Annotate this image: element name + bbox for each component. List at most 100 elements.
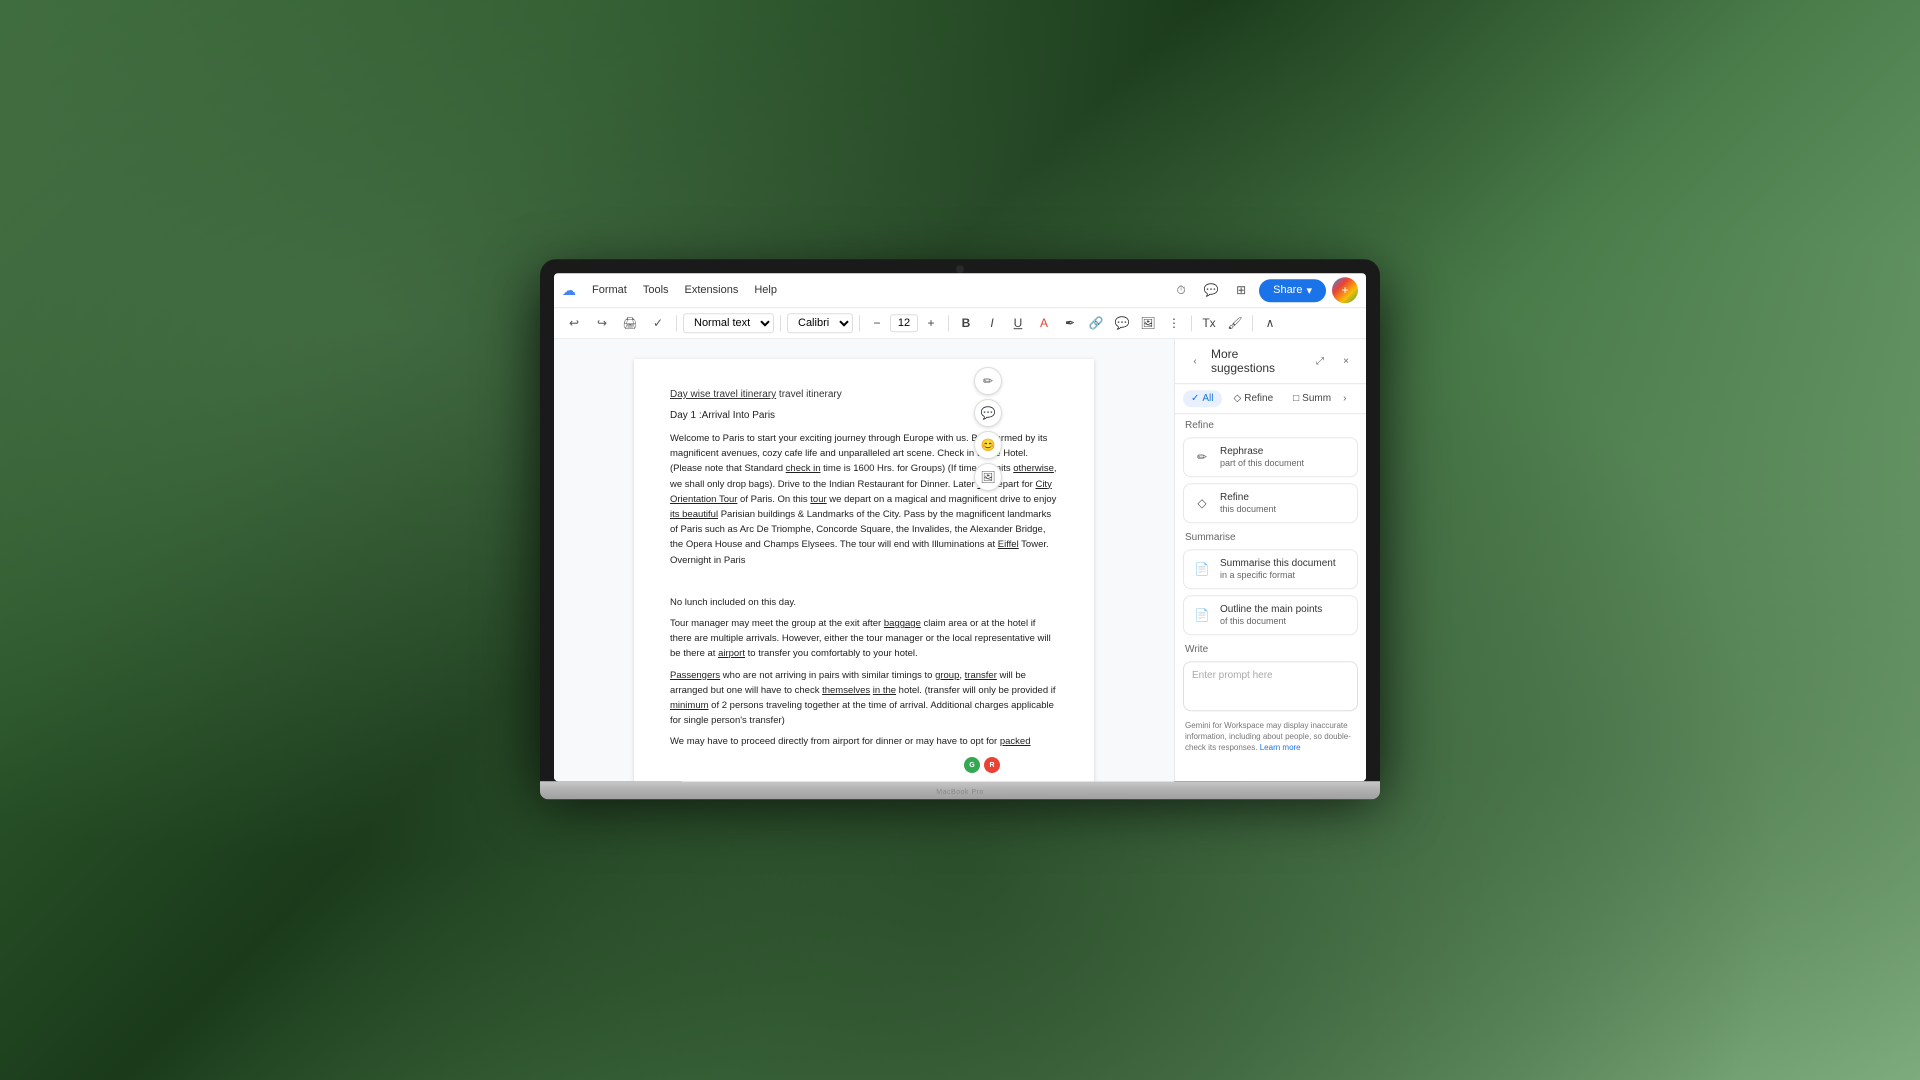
refine-icon: ◇: [1192, 493, 1212, 513]
link-button[interactable]: 🔗: [1085, 312, 1107, 334]
undo-icon[interactable]: ↩: [562, 311, 586, 335]
sidebar-header: ‹ More suggestions ⤢ ×: [1175, 339, 1366, 384]
image-insert-button[interactable]: 🖼: [1137, 312, 1159, 334]
doc-paragraph-2: Tour manager may meet the group at the e…: [670, 616, 1058, 662]
divider-5: [1191, 315, 1192, 331]
prompt-input-area[interactable]: Enter prompt here: [1183, 661, 1358, 711]
bold-button[interactable]: B: [955, 312, 977, 334]
day-wise-link[interactable]: Day wise travel itinerary: [670, 389, 776, 400]
avatar-1: G: [964, 757, 980, 773]
disclaimer-text: Gemini for Workspace may display inaccur…: [1175, 714, 1366, 760]
cloud-save-icon: ☁: [562, 282, 576, 299]
summarise-format-icon: 📄: [1192, 559, 1212, 579]
print-icon[interactable]: 🖨: [618, 311, 642, 335]
paint-format-button[interactable]: 🖌: [1224, 312, 1246, 334]
tab-summ[interactable]: □ Summ: [1285, 390, 1339, 407]
outline-subtitle: of this document: [1220, 616, 1349, 626]
filter-tabs: ✓ All ◇ Refine □ Summ ›: [1175, 384, 1366, 414]
spellcheck-icon[interactable]: ✓: [646, 311, 670, 335]
doc-no-lunch: No lunch included on this day.: [670, 595, 1058, 610]
laptop-screen: ☁ Format Tools Extensions Help ⏱ 💬 ⊞ Sha…: [554, 273, 1366, 781]
avatar-2: R: [984, 757, 1000, 773]
font-size-increase[interactable]: +: [920, 312, 942, 334]
comment-icon[interactable]: 💬: [1199, 278, 1223, 302]
tab-all-label: All: [1202, 393, 1213, 404]
divider-3: [859, 315, 860, 331]
collaborator-avatars: G R: [964, 757, 1000, 773]
doc-paragraph-4: We may have to proceed directly from air…: [670, 735, 1058, 750]
menu-tools[interactable]: Tools: [635, 281, 677, 299]
refine-title: Refine: [1220, 492, 1349, 503]
google-docs-app: ☁ Format Tools Extensions Help ⏱ 💬 ⊞ Sha…: [554, 273, 1366, 781]
macbook-device: ☁ Format Tools Extensions Help ⏱ 💬 ⊞ Sha…: [540, 259, 1380, 799]
share-button[interactable]: Share ▾: [1259, 279, 1326, 302]
tab-all[interactable]: ✓ All: [1183, 390, 1222, 407]
gemini-button[interactable]: +: [1332, 277, 1358, 303]
history-icon[interactable]: ⏱: [1169, 278, 1193, 302]
float-image-button[interactable]: 🖼: [974, 463, 1002, 491]
more-toolbar-button[interactable]: ⋮: [1163, 312, 1185, 334]
float-chat-button[interactable]: 💬: [974, 399, 1002, 427]
rephrase-subtitle: part of this document: [1220, 458, 1349, 468]
outline-content: Outline the main points of this document: [1220, 604, 1349, 626]
main-area: Day wise travel itinerary travel itinera…: [554, 339, 1366, 781]
tab-summ-label: Summ: [1302, 393, 1331, 404]
float-edit-button[interactable]: ✏: [974, 367, 1002, 395]
prompt-placeholder: Enter prompt here: [1192, 670, 1273, 681]
highlight-button[interactable]: ✒: [1059, 312, 1081, 334]
chevron-up-button[interactable]: ∧: [1259, 312, 1281, 334]
rephrase-card[interactable]: ✏ Rephrase part of this document: [1183, 437, 1358, 477]
screen-bezel: ☁ Format Tools Extensions Help ⏱ 💬 ⊞ Sha…: [540, 259, 1380, 781]
font-size-area: − +: [866, 312, 942, 334]
underline-button[interactable]: U: [1007, 312, 1029, 334]
share-chevron: ▾: [1306, 284, 1312, 297]
gemini-sidebar: ‹ More suggestions ⤢ × ✓ All: [1174, 339, 1366, 781]
divider-2: [780, 315, 781, 331]
clear-formatting-button[interactable]: Tx: [1198, 312, 1220, 334]
outline-card[interactable]: 📄 Outline the main points of this docume…: [1183, 595, 1358, 635]
tab-summ-icon: □: [1293, 393, 1299, 404]
outline-icon: 📄: [1192, 605, 1212, 625]
text-color-button[interactable]: A: [1033, 312, 1055, 334]
sidebar-title: More suggestions: [1211, 347, 1304, 375]
refine-section-label: Refine: [1175, 414, 1366, 434]
rephrase-content: Rephrase part of this document: [1220, 446, 1349, 468]
tab-refine-label: Refine: [1244, 393, 1273, 404]
document-page: Day wise travel itinerary travel itinera…: [634, 359, 1094, 781]
summarise-format-card[interactable]: 📄 Summarise this document in a specific …: [1183, 549, 1358, 589]
styles-dropdown[interactable]: Normal text: [683, 313, 774, 333]
summarise-format-content: Summarise this document in a specific fo…: [1220, 558, 1349, 580]
menu-extensions[interactable]: Extensions: [677, 281, 747, 299]
font-size-input[interactable]: [890, 314, 918, 332]
formatting-toolbar: ↩ ↪ 🖨 ✓ Normal text Calibri −: [554, 307, 1366, 339]
refine-card[interactable]: ◇ Refine this document: [1183, 483, 1358, 523]
divider-1: [676, 315, 677, 331]
rephrase-title: Rephrase: [1220, 446, 1349, 457]
menu-help[interactable]: Help: [746, 281, 785, 299]
sidebar-close-button[interactable]: ×: [1336, 351, 1356, 371]
doc-spacer: [670, 574, 1058, 589]
float-emoji-button[interactable]: 😊: [974, 431, 1002, 459]
font-dropdown[interactable]: Calibri: [787, 313, 853, 333]
macbook-base: [540, 781, 1380, 799]
share-label: Share: [1273, 284, 1302, 296]
font-size-decrease[interactable]: −: [866, 312, 888, 334]
comment-insert-button[interactable]: 💬: [1111, 312, 1133, 334]
learn-more-link[interactable]: Learn more: [1260, 744, 1301, 753]
divider-4: [948, 315, 949, 331]
menu-format[interactable]: Format: [584, 281, 635, 299]
refine-subtitle: this document: [1220, 504, 1349, 514]
titlebar-right-actions: ⏱ 💬 ⊞ Share ▾ +: [1169, 277, 1358, 303]
floating-toolbar: ✏ 💬 😊 🖼: [974, 367, 1002, 491]
tab-refine[interactable]: ◇ Refine: [1226, 390, 1282, 407]
sidebar-expand-button[interactable]: ⤢: [1310, 351, 1330, 371]
rephrase-icon: ✏: [1192, 447, 1212, 467]
sidebar-back-button[interactable]: ‹: [1185, 351, 1205, 371]
tabs-more-arrow[interactable]: ›: [1343, 393, 1346, 404]
italic-button[interactable]: I: [981, 312, 1003, 334]
summarise-section-label: Summarise: [1175, 526, 1366, 546]
tab-refine-icon: ◇: [1234, 393, 1242, 404]
redo-icon[interactable]: ↪: [590, 311, 614, 335]
summarise-format-subtitle: in a specific format: [1220, 570, 1349, 580]
apps-icon[interactable]: ⊞: [1229, 278, 1253, 302]
